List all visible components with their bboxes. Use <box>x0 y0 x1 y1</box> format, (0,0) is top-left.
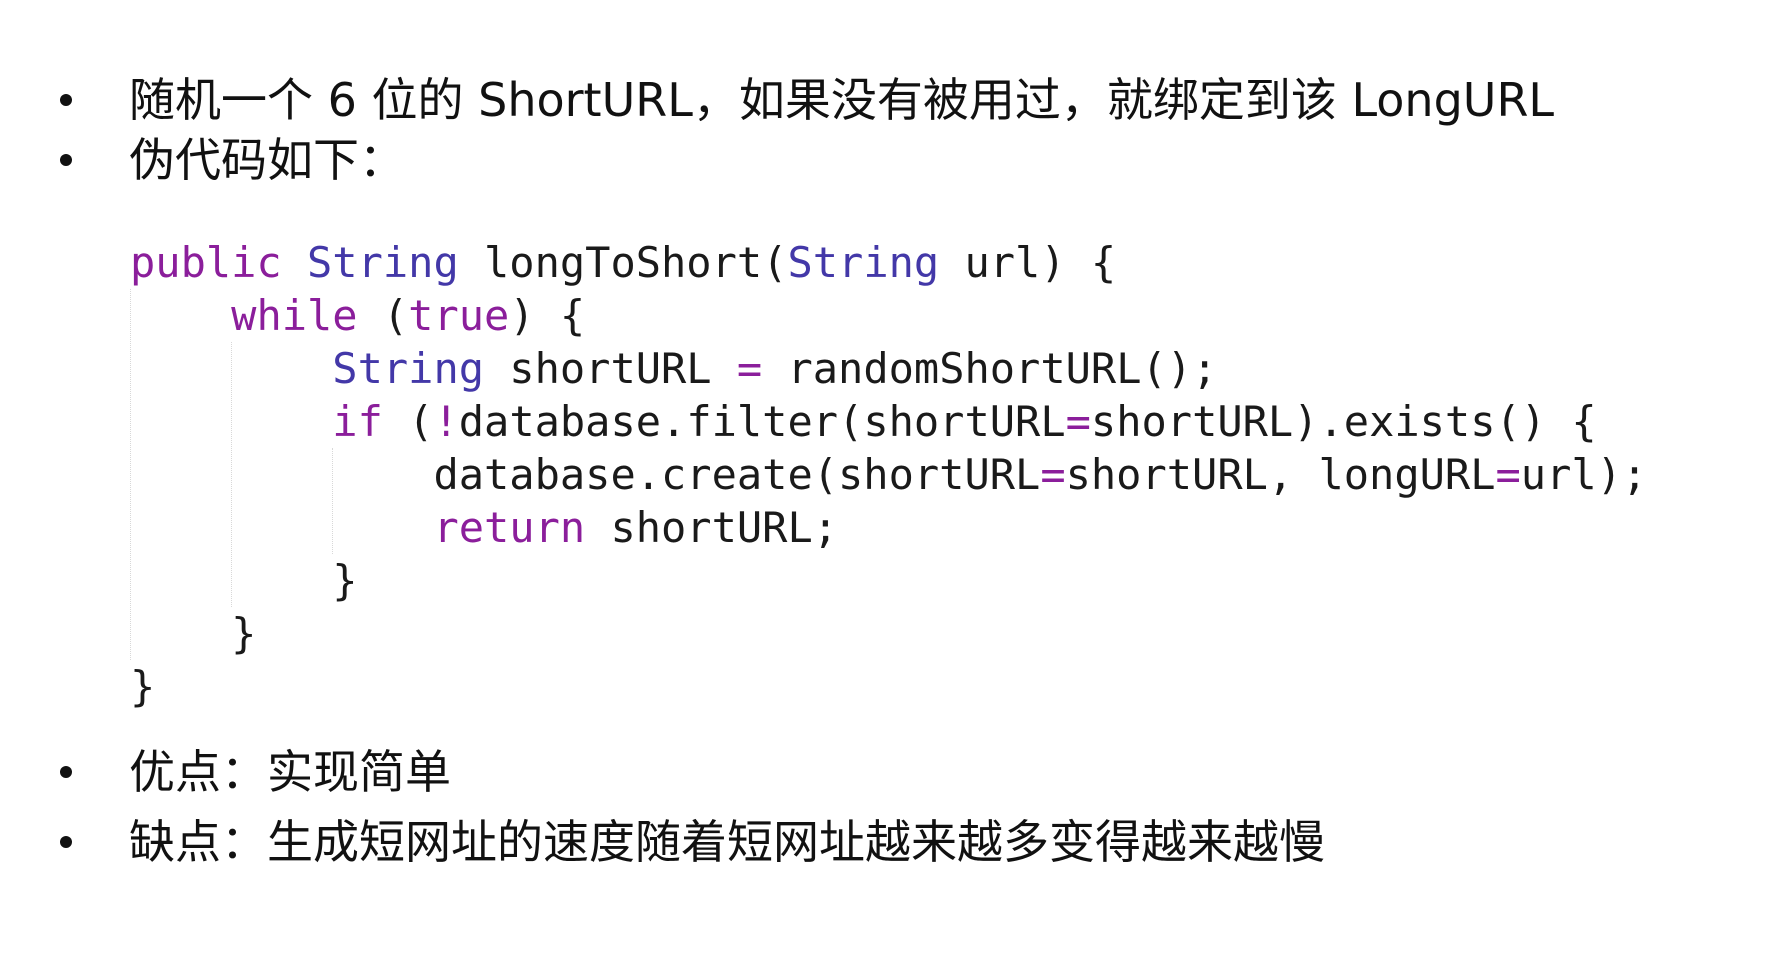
code-line: } <box>130 662 156 711</box>
indent-guide <box>130 289 131 660</box>
code-line: public String longToShort(String url) { <box>130 238 1117 287</box>
bullet-dot-icon <box>60 766 72 778</box>
bullet-text: 随机一个 6 位的 ShortURL，如果没有被用过，就绑定到该 LongURL <box>129 73 1555 127</box>
code-line: } <box>332 556 358 605</box>
bullet-text: 伪代码如下： <box>129 133 405 187</box>
bullet-text: 优点：实现简单 <box>129 745 451 799</box>
bullet-item: 缺点：生成短网址的速度随着短网址越来越多变得越来越慢 <box>60 812 1325 872</box>
bullet-item: 随机一个 6 位的 ShortURL，如果没有被用过，就绑定到该 LongURL <box>60 70 1554 130</box>
slide: 随机一个 6 位的 ShortURL，如果没有被用过，就绑定到该 LongURL… <box>0 0 1786 974</box>
code-line: String shortURL = randomShortURL(); <box>332 344 1218 393</box>
bullet-dot-icon <box>60 836 72 848</box>
code-line: database.create(shortURL=shortURL, longU… <box>433 450 1648 499</box>
code-line: } <box>231 609 257 658</box>
bullet-text: 缺点：生成短网址的速度随着短网址越来越多变得越来越慢 <box>129 815 1325 869</box>
bullet-item: 伪代码如下： <box>60 130 405 190</box>
bullet-dot-icon <box>60 154 72 166</box>
indent-guide <box>332 448 333 554</box>
indent-guide <box>231 342 232 607</box>
code-line: while (true) { <box>231 291 586 340</box>
code-line: if (!database.filter(shortURL=shortURL).… <box>332 397 1597 446</box>
code-block: public String longToShort(String url) { … <box>130 236 1647 713</box>
bullet-dot-icon <box>60 94 72 106</box>
code-line: return shortURL; <box>433 503 839 552</box>
bullet-item: 优点：实现简单 <box>60 742 451 802</box>
